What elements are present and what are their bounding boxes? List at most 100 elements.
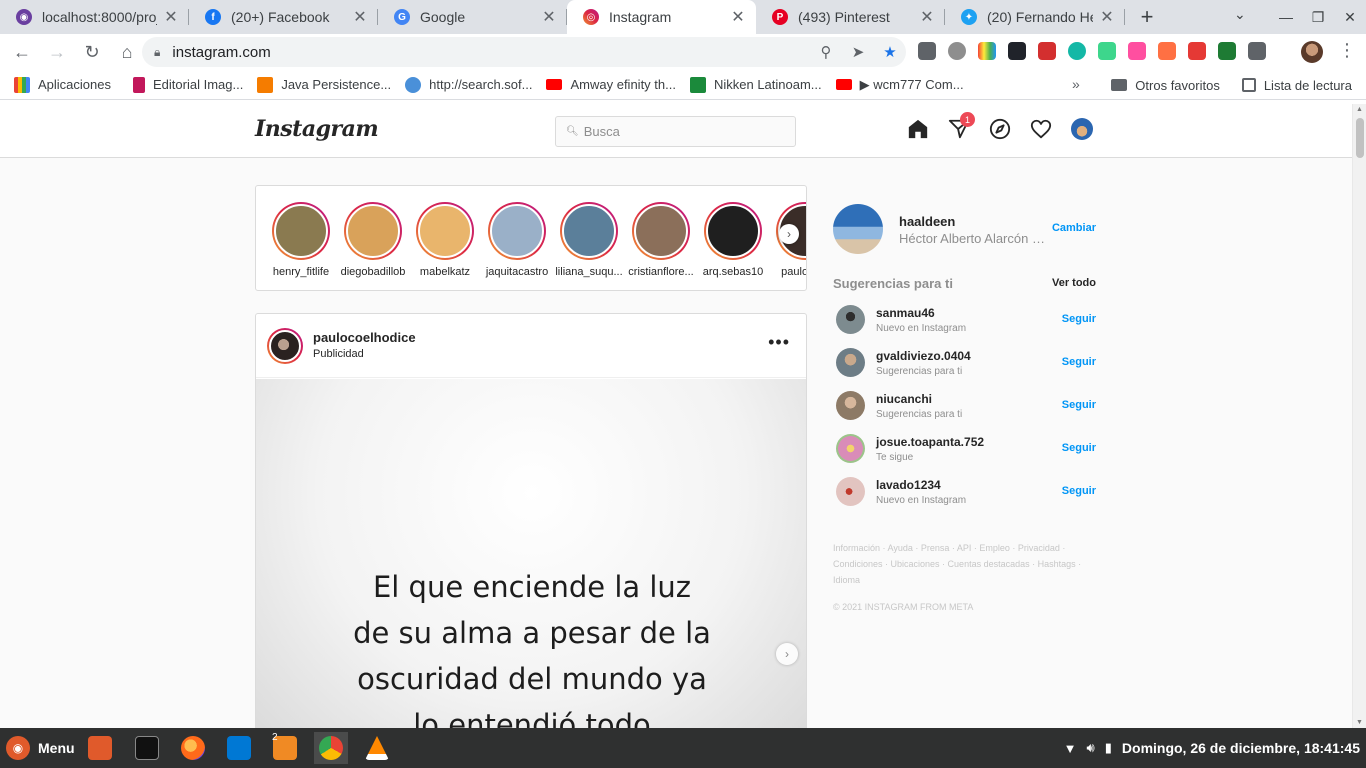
react-extension-icon[interactable] <box>1008 42 1026 60</box>
taskbar-files[interactable]: 2 <box>268 732 302 764</box>
post-author-avatar[interactable] <box>267 328 303 364</box>
bookmark-item[interactable]: Nikken Latinoam... <box>689 76 822 93</box>
reload-icon[interactable]: ↻ <box>76 36 108 68</box>
follow-button[interactable]: Seguir <box>1062 485 1096 497</box>
suggestion-avatar[interactable] <box>836 477 865 506</box>
tab-google[interactable]: G Google ✕ <box>378 0 567 34</box>
lightbulb-extension-icon[interactable] <box>948 42 966 60</box>
puzzle-extensions-icon[interactable] <box>1248 42 1266 60</box>
home-icon[interactable]: ⌂ <box>111 36 143 68</box>
follow-button[interactable]: Seguir <box>1062 399 1096 411</box>
extension-icon[interactable] <box>918 42 936 60</box>
story-item[interactable]: arq.sebas10 <box>697 202 769 278</box>
bookmark-item[interactable]: Java Persistence... <box>257 76 391 93</box>
suggestion-username[interactable]: josue.toapanta.752 <box>876 435 984 449</box>
start-menu-button[interactable]: ◉ Menu <box>6 736 75 760</box>
close-icon[interactable]: ✕ <box>919 7 935 27</box>
suggestion-avatar[interactable] <box>836 434 865 463</box>
taskbar-vscode[interactable] <box>222 732 256 764</box>
scroll-down-arrow-icon[interactable]: ▼ <box>1356 719 1363 726</box>
lock-icon[interactable]: 🔒︎ <box>154 45 160 60</box>
close-icon[interactable]: ✕ <box>730 7 746 27</box>
home-icon[interactable] <box>907 118 929 140</box>
tab-instagram[interactable]: ◎ Instagram ✕ <box>567 0 756 34</box>
suggestion-avatar[interactable] <box>836 348 865 377</box>
reading-list[interactable]: Lista de lectura <box>1241 78 1352 93</box>
story-item[interactable]: cristianflore... <box>625 202 697 278</box>
story-item[interactable]: diegobadillob <box>337 202 409 278</box>
bookmark-item[interactable]: ▶ wcm777 Com... <box>835 77 964 93</box>
address-bar[interactable]: 🔒︎ instagram.com ⚲ ➤ ★ <box>142 37 906 67</box>
taskbar-chrome[interactable] <box>314 732 348 764</box>
volume-icon[interactable]: 🔊︎ <box>1087 740 1095 756</box>
forward-arrow-icon[interactable]: → <box>41 36 73 68</box>
dice-extension-icon[interactable] <box>1188 42 1206 60</box>
taskbar-show-desktop[interactable] <box>83 732 117 764</box>
close-icon[interactable]: ✕ <box>1099 7 1115 27</box>
close-icon[interactable]: ✕ <box>541 7 557 27</box>
browser-menu-icon[interactable]: ⋮ <box>1338 40 1356 61</box>
story-item[interactable]: liliana_suqu... <box>553 202 625 278</box>
search-input[interactable] <box>583 124 784 139</box>
tab-twitter[interactable]: ✦ (20) Fernando Herre ✕ <box>945 0 1125 34</box>
follow-button[interactable]: Seguir <box>1062 442 1096 454</box>
activity-heart-icon[interactable] <box>1030 118 1052 140</box>
rocket-extension-icon[interactable] <box>1158 42 1176 60</box>
w-extension-icon[interactable] <box>1128 42 1146 60</box>
story-item[interactable]: jaquitacastro <box>481 202 553 278</box>
n-extension-icon[interactable] <box>1098 42 1116 60</box>
close-icon[interactable]: ✕ <box>163 7 179 27</box>
explore-compass-icon[interactable] <box>989 118 1011 140</box>
story-item[interactable]: henry_fitlife <box>265 202 337 278</box>
bookmark-item[interactable]: Amway efinity th... <box>546 77 676 92</box>
current-user-avatar[interactable] <box>833 204 883 254</box>
clock[interactable]: Domingo, 26 de diciembre, 18:41:45 <box>1122 740 1360 756</box>
taskbar-vlc[interactable] <box>360 732 394 764</box>
other-favorites[interactable]: Otros favoritos <box>1111 78 1220 93</box>
window-close-icon[interactable]: ✕ <box>1334 9 1366 26</box>
suggestion-avatar[interactable] <box>836 391 865 420</box>
scroll-up-arrow-icon[interactable]: ▲ <box>1356 106 1363 113</box>
tab-facebook[interactable]: f (20+) Facebook ✕ <box>189 0 378 34</box>
stories-next-chevron-icon[interactable]: › <box>779 224 799 244</box>
post-author-username[interactable]: paulocoelhodice <box>313 330 416 345</box>
bookmark-apps[interactable]: Aplicaciones <box>14 76 111 93</box>
wifi-icon[interactable]: ▼ <box>1064 741 1077 756</box>
post-image[interactable]: El que enciende la luz de su alma a pesa… <box>256 379 806 728</box>
more-bookmarks-icon[interactable]: » <box>1072 76 1080 92</box>
taskbar-firefox[interactable] <box>176 732 210 764</box>
scrollbar-thumb[interactable] <box>1356 118 1364 158</box>
tab-localhost[interactable]: ◉ localhost:8000/proje ✕ <box>0 0 189 34</box>
battery-icon[interactable]: ▮ <box>1105 740 1112 756</box>
page-scrollbar[interactable]: ▲ ▼ <box>1352 104 1366 728</box>
bookmark-star-icon[interactable]: ★ <box>874 43 906 61</box>
zoom-icon[interactable]: ⚲ <box>810 43 842 61</box>
follow-button[interactable]: Seguir <box>1062 356 1096 368</box>
switch-account-link[interactable]: Cambiar <box>1052 222 1096 234</box>
profile-avatar[interactable] <box>1071 118 1093 140</box>
footer-links[interactable]: Información · Ayuda · Prensa · API · Emp… <box>833 540 1093 588</box>
tab-search-chevron-icon[interactable]: ⌄ <box>1234 6 1246 23</box>
send-icon[interactable]: ➤ <box>842 43 874 61</box>
new-tab-button[interactable]: + <box>1131 0 1163 34</box>
url-text[interactable]: instagram.com <box>172 44 810 61</box>
search-box[interactable]: 🔍︎ <box>555 116 796 147</box>
palette-extension-icon[interactable] <box>978 42 996 60</box>
tab-pinterest[interactable]: P (493) Pinterest ✕ <box>756 0 945 34</box>
back-arrow-icon[interactable]: ← <box>6 36 38 68</box>
x-extension-icon[interactable] <box>1218 42 1236 60</box>
suggestion-avatar[interactable] <box>836 305 865 334</box>
bookmark-item[interactable]: http://search.sof... <box>405 76 532 93</box>
suggestion-username[interactable]: lavado1234 <box>876 478 941 492</box>
follow-button[interactable]: Seguir <box>1062 313 1096 325</box>
current-user-username[interactable]: haaldeen <box>899 214 955 229</box>
direct-messages-icon[interactable]: 1 <box>948 112 975 140</box>
maximize-icon[interactable]: ❐ <box>1302 9 1334 26</box>
suggestion-username[interactable]: niucanchi <box>876 392 932 406</box>
taskbar-terminal[interactable] <box>130 732 164 764</box>
carousel-next-chevron-icon[interactable]: › <box>776 643 798 665</box>
more-options-icon[interactable]: ••• <box>768 332 790 353</box>
suggestion-username[interactable]: gvaldiviezo.0404 <box>876 349 971 363</box>
bookmark-item[interactable]: Editorial Imag... <box>133 76 243 93</box>
instagram-logo[interactable]: Instagram <box>255 116 379 142</box>
